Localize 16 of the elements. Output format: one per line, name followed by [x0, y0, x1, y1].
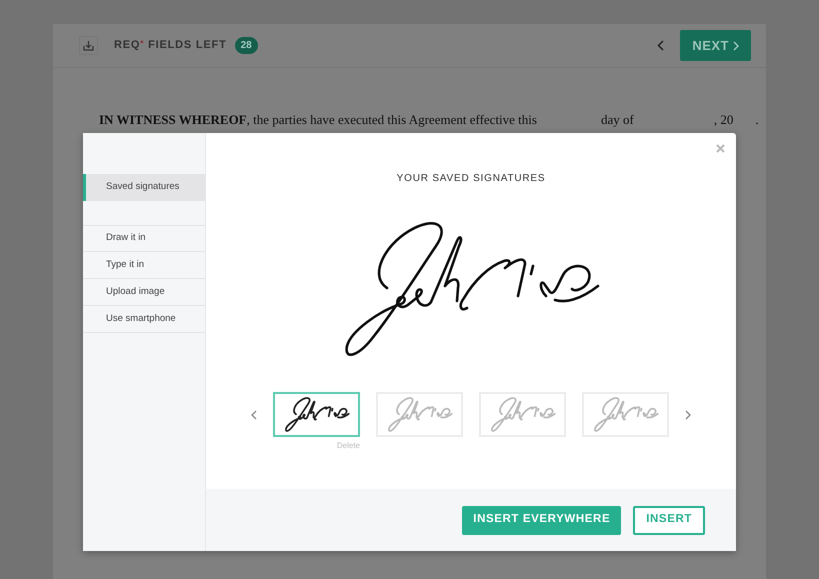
- download-icon[interactable]: [79, 36, 98, 55]
- document-text: IN WITNESS WHEREOF, the parties have executed this Agreement effective this: [99, 112, 537, 128]
- document-text: .: [755, 112, 759, 128]
- sidebar-item[interactable]: Upload image: [83, 279, 205, 306]
- required-fields-label: REQ$^{*}$ FIELDS LEFT: [114, 38, 227, 54]
- dialog-title: YOUR SAVED SIGNATURES: [396, 172, 546, 186]
- sidebar-item[interactable]: Draw it in: [83, 225, 205, 252]
- sidebar-item[interactable]: Saved signatures: [83, 174, 205, 201]
- document-text: , 20: [714, 112, 734, 128]
- sidebar-item[interactable]: Use smartphone: [83, 306, 205, 333]
- close-icon[interactable]: [716, 144, 725, 153]
- signature-thumbnail[interactable]: [273, 392, 360, 437]
- document-text: day of: [600, 112, 634, 128]
- sidebar-item[interactable]: Type it in: [83, 252, 205, 279]
- fields-count: 28: [234, 37, 258, 54]
- chevron-icon: [733, 40, 739, 50]
